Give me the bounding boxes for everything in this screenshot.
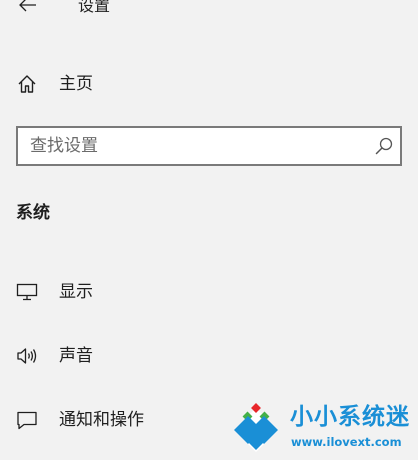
- arrow-left-icon: [19, 0, 36, 12]
- nav-item-label: 声音: [59, 346, 93, 366]
- search-icon[interactable]: [374, 136, 394, 156]
- nav-item-label: 显示: [59, 282, 93, 302]
- watermark-logo: [234, 403, 278, 452]
- speaker-icon: [16, 345, 38, 367]
- section-title: 系统: [16, 203, 50, 223]
- watermark-title: 小小系统迷: [290, 404, 410, 430]
- watermark: 小小系统迷 www.ilovext.com: [228, 400, 418, 460]
- search-box[interactable]: [16, 126, 402, 166]
- watermark-url: www.ilovext.com: [291, 435, 402, 449]
- nav-item-display[interactable]: 显示: [0, 270, 418, 314]
- nav-item-label: 通知和操作: [59, 410, 144, 430]
- back-button[interactable]: [12, 0, 44, 20]
- search-input[interactable]: [30, 134, 360, 158]
- app-title: 设置: [78, 0, 111, 15]
- nav-item-sound[interactable]: 声音: [0, 334, 418, 378]
- nav-item-home[interactable]: 主页: [0, 62, 418, 106]
- home-icon: [16, 73, 38, 95]
- monitor-icon: [16, 281, 38, 303]
- nav-item-label: 主页: [59, 74, 93, 94]
- notification-icon: [16, 409, 38, 431]
